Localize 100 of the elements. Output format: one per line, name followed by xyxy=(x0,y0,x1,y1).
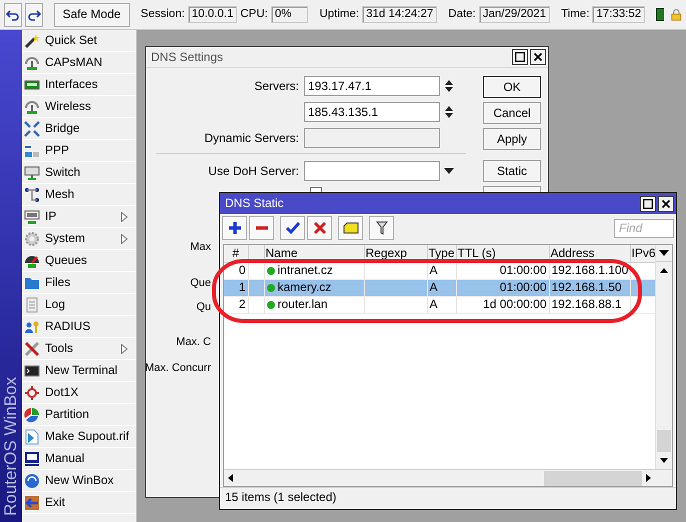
enable-button[interactable] xyxy=(280,216,305,240)
status-label: CPU: xyxy=(240,8,268,22)
user-key-icon xyxy=(24,318,40,334)
document-icon xyxy=(24,296,40,312)
table-cell: router.lan xyxy=(278,297,328,312)
scroll-left-arrow-icon[interactable] xyxy=(228,474,233,482)
scroll-down-arrow-icon[interactable] xyxy=(660,458,668,463)
table-cell: 01:00:00 xyxy=(500,263,546,278)
wand-icon xyxy=(24,32,40,48)
switch-icon xyxy=(24,164,40,180)
column-header[interactable]: IPv6 xyxy=(632,246,656,260)
table-cell: A xyxy=(430,297,438,312)
status-label: Session: xyxy=(140,8,185,22)
menu-item[interactable]: IP xyxy=(22,206,136,228)
redo-button[interactable] xyxy=(24,2,43,26)
menu-item[interactable]: New WinBox xyxy=(22,470,136,492)
scroll-right-arrow-icon[interactable] xyxy=(646,474,651,482)
remove-button[interactable] xyxy=(249,216,274,240)
menu-item[interactable]: Mesh xyxy=(22,184,136,206)
close-button[interactable] xyxy=(658,196,674,212)
menu-item[interactable]: Log xyxy=(22,294,136,316)
table-row[interactable]: 1 kamery.cz A 01:00:00 192.168.1.50 xyxy=(224,279,656,296)
menu-item[interactable]: Interfaces xyxy=(22,74,136,96)
table-cell: intranet.cz xyxy=(278,263,333,278)
menu-item[interactable]: System xyxy=(22,228,136,250)
maximize-button[interactable] xyxy=(512,49,528,65)
globe-icon xyxy=(24,472,40,488)
horizontal-scrollbar[interactable] xyxy=(224,469,672,486)
find-field[interactable]: Find xyxy=(614,218,674,238)
menu-item[interactable]: Partition xyxy=(22,404,136,426)
menu-item[interactable]: Tools xyxy=(22,338,136,360)
add-button[interactable] xyxy=(222,216,247,240)
maximize-button[interactable] xyxy=(640,196,656,212)
brand-label: RouterOS WinBox xyxy=(0,377,21,516)
spin-arrows-icon[interactable] xyxy=(444,79,454,93)
field-label: Qu xyxy=(196,300,211,314)
disable-button[interactable] xyxy=(307,216,332,240)
undo-button[interactable] xyxy=(4,2,22,26)
status-value: Jan/29/2021 xyxy=(478,6,550,24)
table-cell: A xyxy=(430,263,438,278)
cross-icon xyxy=(312,221,326,235)
row-number: 1 xyxy=(238,280,246,294)
comment-button[interactable] xyxy=(338,216,363,240)
dropdown-arrow-icon[interactable] xyxy=(659,250,670,256)
window-title: DNS Settings xyxy=(151,50,224,64)
close-button[interactable] xyxy=(530,49,546,65)
spin-arrows-icon[interactable] xyxy=(444,105,454,119)
menu-item[interactable]: PPP xyxy=(22,140,136,162)
menu-item[interactable]: Manual xyxy=(22,448,136,470)
table-cell: 1d 00:00:00 xyxy=(483,297,546,312)
table-cell: A xyxy=(430,280,438,294)
redo-icon xyxy=(26,8,41,20)
table-row[interactable]: 0 intranet.cz A 01:00:00 192.168.1.100 xyxy=(224,262,656,279)
table-cell: 192.168.1.100 xyxy=(552,263,628,278)
input-field[interactable] xyxy=(304,128,440,148)
row-number: 0 xyxy=(238,263,246,278)
menu-item[interactable]: Switch xyxy=(22,162,136,184)
menu-item[interactable]: Make Supout.rif xyxy=(22,426,136,448)
exit-icon xyxy=(24,494,40,510)
field-label: Use DoH Server: xyxy=(208,164,299,178)
menu-item[interactable]: RADIUS xyxy=(22,316,136,338)
dropdown-arrow-icon[interactable] xyxy=(444,168,454,174)
status-value: 31d 14:24:27 xyxy=(362,6,438,24)
table-row[interactable]: 2 router.lan A 1d 00:00:00 192.168.88.1 xyxy=(224,296,656,313)
dialog-button[interactable]: Cancel xyxy=(483,102,541,124)
field-label: Dynamic Servers: xyxy=(204,130,299,145)
table-cell: 192.168.1.50 xyxy=(552,280,622,294)
status-value: 10.0.0.1 xyxy=(188,6,238,24)
safe-mode-button[interactable]: Safe Mode xyxy=(54,2,130,26)
dropdown-field[interactable] xyxy=(304,161,440,181)
filter-button[interactable] xyxy=(369,216,394,240)
plus-icon xyxy=(228,221,242,235)
window-title: DNS Static xyxy=(225,196,284,211)
antenna-icon xyxy=(24,54,40,70)
dialog-button[interactable]: Static xyxy=(483,160,541,182)
scrollbar-thumb[interactable] xyxy=(544,470,642,486)
column-header[interactable]: Type xyxy=(428,246,455,260)
menu-item[interactable]: Bridge xyxy=(22,118,136,140)
menu-item[interactable]: Files xyxy=(22,272,136,294)
arrows-icon xyxy=(24,120,40,136)
menu-item[interactable]: New Terminal xyxy=(22,360,136,382)
menu-item[interactable]: Wireless xyxy=(22,96,136,118)
menu-item[interactable]: CAPsMAN xyxy=(22,52,136,74)
mesh-icon xyxy=(24,186,40,202)
table-cell: 01:00:00 xyxy=(500,280,546,294)
input-field[interactable]: 185.43.135.1 xyxy=(304,102,440,122)
input-field[interactable]: 193.17.47.1 xyxy=(304,76,440,96)
menu-item[interactable]: Dot1X xyxy=(22,382,136,404)
vertical-scrollbar[interactable] xyxy=(655,245,672,469)
dialog-button[interactable]: OK xyxy=(483,76,541,98)
menu-item[interactable]: Quick Set xyxy=(22,30,136,52)
row-number: 2 xyxy=(238,297,246,312)
menu-item[interactable]: Queues xyxy=(22,250,136,272)
table-cell: 192.168.88.1 xyxy=(552,297,622,312)
menu-item[interactable]: Exit xyxy=(22,492,136,514)
terminal-icon xyxy=(24,362,40,378)
scroll-up-arrow-icon[interactable] xyxy=(660,268,668,273)
tools-icon xyxy=(24,340,40,356)
dialog-button[interactable]: Apply xyxy=(483,128,541,150)
scrollbar-thumb[interactable] xyxy=(657,430,671,452)
